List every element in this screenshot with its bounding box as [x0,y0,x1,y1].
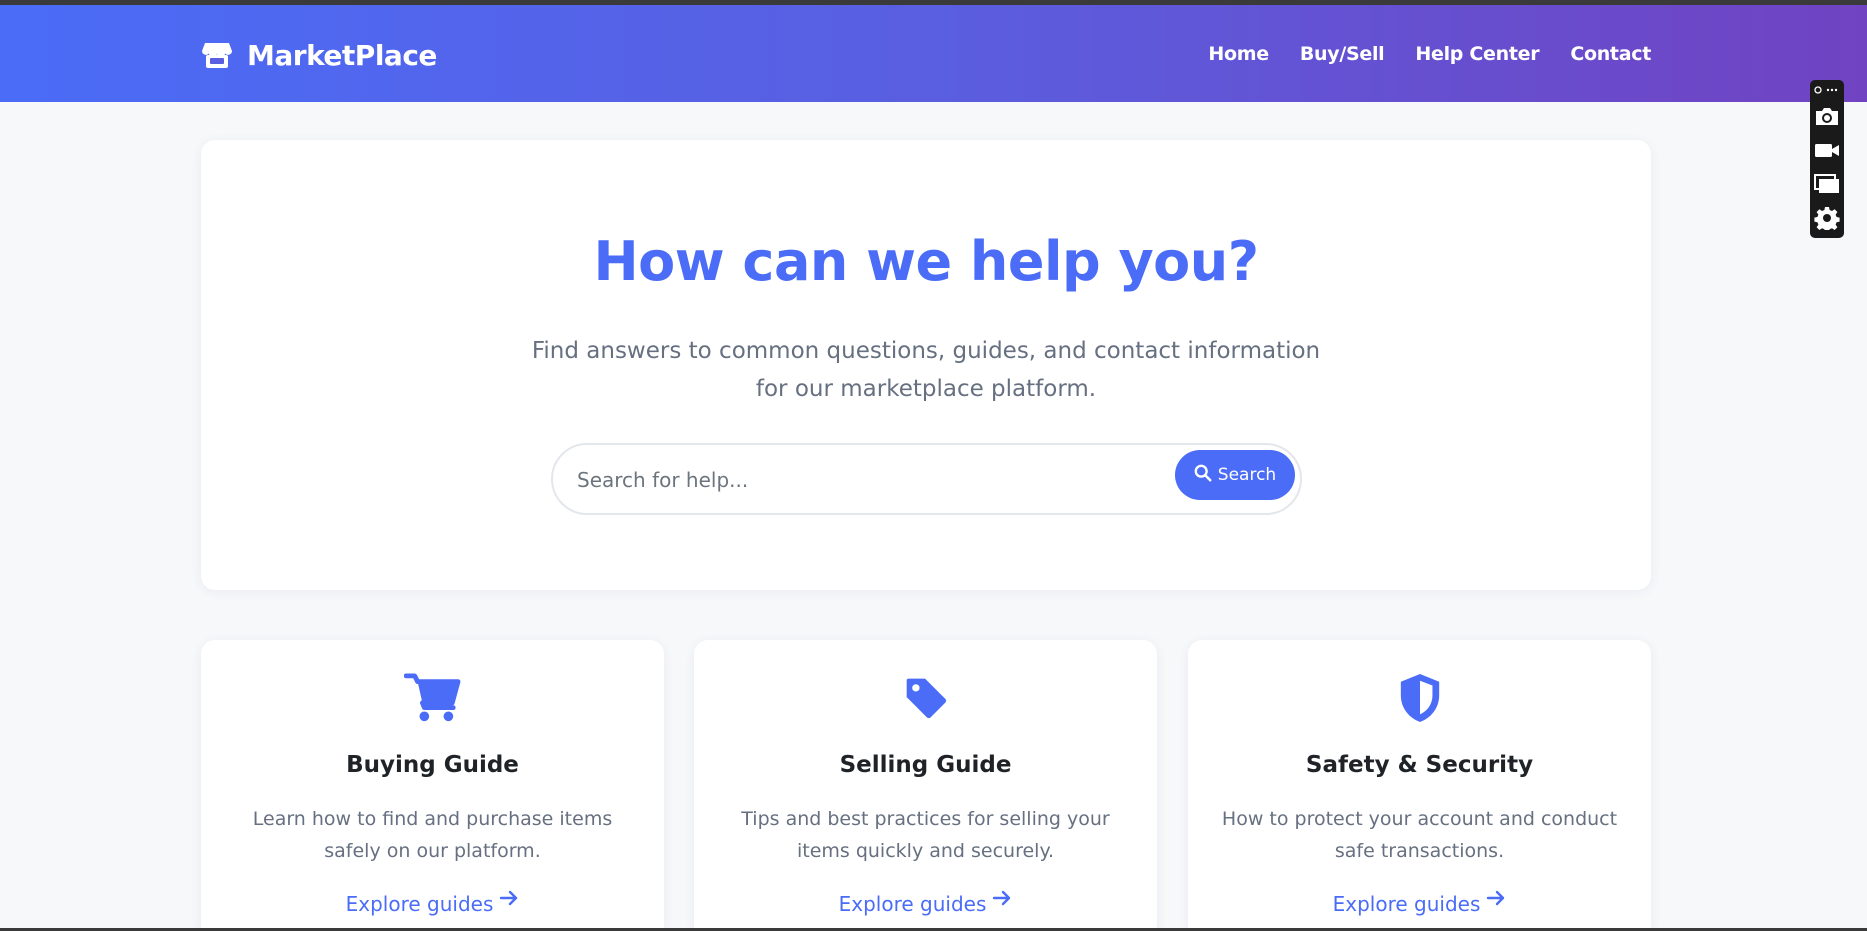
explore-guides-link[interactable]: Explore guides [201,890,664,916]
arrow-right-icon [499,888,519,906]
arrow-right-icon [1486,888,1506,906]
link-label: Explore guides [345,892,494,916]
card-selling-guide: Selling Guide Tips and best practices fo… [694,640,1157,931]
brand-name: MarketPlace [247,38,437,72]
nav-link-help-center[interactable]: Help Center [1415,43,1539,65]
card-safety-security: Safety & Security How to protect your ac… [1188,640,1651,931]
main-nav: Home Buy/Sell Help Center Contact [1208,43,1651,65]
card-buying-guide: Buying Guide Learn how to find and purch… [201,640,664,931]
hero-subtitle: Find answers to common questions, guides… [531,338,1321,402]
shield-icon [1390,670,1450,726]
card-description: Tips and best practices for selling your… [741,808,1110,862]
link-label: Explore guides [838,892,987,916]
nav-link-buy-sell[interactable]: Buy/Sell [1300,43,1385,65]
link-label: Explore guides [1332,892,1481,916]
tag-icon [896,670,956,726]
explore-guides-link[interactable]: Explore guides [1188,890,1651,916]
search-button-label: Search [1217,465,1277,485]
video-camera-icon[interactable] [1812,135,1842,165]
brand-logo[interactable]: MarketPlace [201,35,437,75]
more-icon [1814,86,1838,94]
card-description: Learn how to find and purchase items saf… [252,808,613,862]
card-title: Selling Guide [839,752,1012,778]
hero-title: How can we help you? [593,230,1259,293]
top-navbar: MarketPlace Home Buy/Sell Help Center Co… [0,5,1867,102]
windows-icon[interactable] [1812,169,1842,199]
card-title: Safety & Security [1305,752,1534,778]
arrow-right-icon [992,888,1012,906]
search-input[interactable] [577,463,1137,497]
card-title: Buying Guide [346,752,519,778]
camera-icon[interactable] [1812,101,1842,131]
search-bar: Search [551,443,1302,515]
nav-link-contact[interactable]: Contact [1570,43,1651,65]
search-button[interactable]: Search [1175,450,1295,500]
toolbar-header[interactable] [1812,83,1842,97]
card-description: How to protect your account and conduct … [1221,808,1618,862]
hero-panel: How can we help you? Find answers to com… [201,140,1651,590]
store-icon [201,39,233,71]
nav-link-home[interactable]: Home [1208,43,1269,65]
gear-icon[interactable] [1812,203,1842,233]
shopping-cart-icon [403,670,463,726]
search-icon [1194,464,1212,487]
capture-toolbar [1810,80,1844,238]
explore-guides-link[interactable]: Explore guides [694,890,1157,916]
